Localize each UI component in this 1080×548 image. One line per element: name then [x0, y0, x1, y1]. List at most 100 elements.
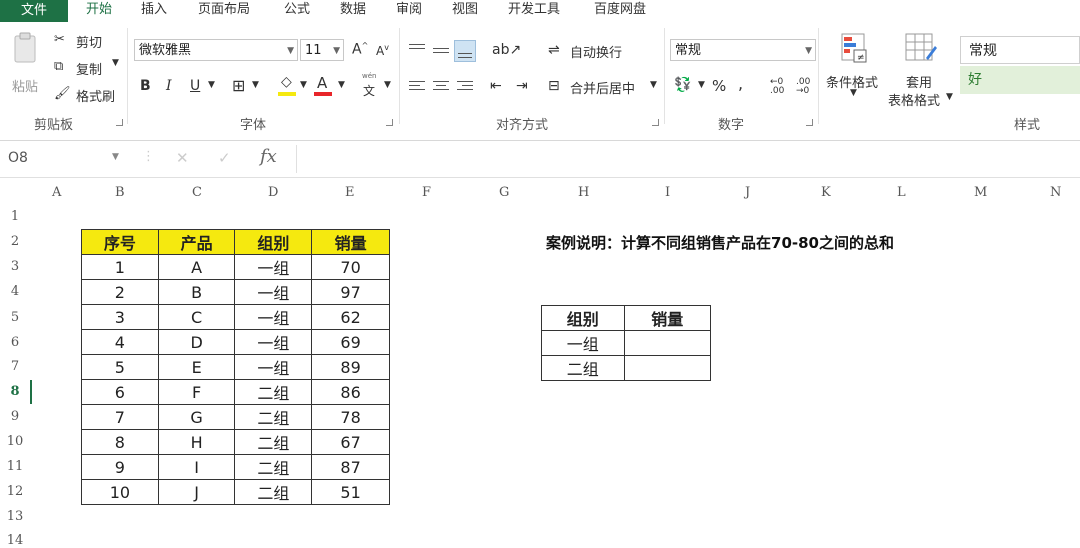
copy-dropdown-icon[interactable]: ▼ — [112, 58, 119, 68]
cell[interactable]: 二组 — [234, 404, 313, 430]
cell[interactable]: D — [157, 329, 236, 355]
chevron-down-icon[interactable]: ▼ — [384, 80, 391, 90]
number-launcher-icon[interactable] — [806, 119, 813, 126]
cell[interactable]: G — [157, 404, 236, 430]
increase-indent-icon[interactable]: ⇥ — [516, 78, 528, 94]
cut-button[interactable]: 剪切 — [76, 32, 102, 51]
chevron-down-icon[interactable]: ▼ — [338, 80, 345, 90]
cell[interactable]: 69 — [311, 329, 390, 355]
cell[interactable]: 二组 — [234, 479, 313, 505]
header-cell[interactable]: 销量 — [311, 229, 390, 255]
cell[interactable]: 1 — [81, 254, 159, 280]
column-header[interactable]: A — [52, 185, 61, 200]
header-cell[interactable]: 序号 — [81, 229, 159, 255]
row-header[interactable]: 9 — [0, 409, 30, 424]
font-launcher-icon[interactable] — [386, 119, 393, 126]
cell[interactable]: 8 — [81, 429, 159, 455]
paste-button[interactable]: 粘贴 — [8, 28, 44, 98]
header-cell[interactable]: 组别 — [541, 305, 625, 331]
row-header[interactable]: 1 — [0, 209, 30, 224]
cell-style-normal[interactable]: 常规 — [960, 36, 1080, 64]
cell[interactable]: 一组 — [234, 254, 313, 280]
increase-decimal-icon[interactable]: ←0.00 — [770, 78, 784, 96]
cell[interactable]: 7 — [81, 404, 159, 430]
cell[interactable]: B — [157, 279, 236, 305]
cell[interactable]: 二组 — [541, 355, 625, 381]
align-bottom-button[interactable] — [454, 40, 476, 62]
align-right-button[interactable] — [454, 76, 476, 98]
header-cell[interactable]: 销量 — [623, 305, 711, 331]
orientation-icon[interactable]: ab↗ — [492, 42, 521, 58]
align-center-button[interactable] — [430, 76, 452, 98]
formula-input[interactable] — [300, 145, 1080, 173]
column-header[interactable]: C — [192, 185, 202, 200]
column-header[interactable]: L — [897, 185, 906, 200]
name-box[interactable]: O8 — [8, 150, 28, 166]
enter-icon[interactable]: ✓ — [218, 149, 231, 167]
cell[interactable]: 一组 — [234, 304, 313, 330]
decrease-indent-icon[interactable]: ⇤ — [490, 78, 502, 94]
cell[interactable]: F — [157, 379, 236, 405]
insert-function-icon[interactable]: fx — [260, 146, 277, 167]
format-as-table-button[interactable]: 套用 表格格式 ▼ — [888, 30, 956, 110]
column-header[interactable]: I — [665, 185, 670, 200]
cell[interactable]: 一组 — [234, 279, 313, 305]
cancel-icon[interactable]: ✕ — [176, 149, 189, 167]
align-middle-button[interactable] — [430, 40, 452, 62]
cell[interactable]: 10 — [81, 479, 159, 505]
header-cell[interactable]: 产品 — [157, 229, 236, 255]
cell[interactable]: 78 — [311, 404, 390, 430]
number-format-select[interactable]: 常规 ▼ — [670, 39, 816, 61]
row-header[interactable]: 5 — [0, 310, 30, 325]
cell[interactable]: 62 — [311, 304, 390, 330]
tab-view[interactable]: 视图 — [452, 0, 478, 22]
merge-center-button[interactable]: 合并后居中 — [570, 78, 635, 97]
column-header[interactable]: K — [821, 185, 831, 200]
fill-color-button[interactable]: ◇ — [278, 74, 298, 96]
column-header[interactable]: H — [578, 185, 589, 200]
shrink-font-button[interactable]: Av — [376, 43, 389, 58]
column-header[interactable]: F — [422, 185, 431, 200]
align-top-button[interactable] — [406, 40, 428, 62]
bold-button[interactable]: B — [140, 78, 151, 94]
column-header[interactable]: E — [345, 185, 355, 200]
chevron-down-icon[interactable]: ▼ — [208, 80, 215, 90]
tab-data[interactable]: 数据 — [340, 0, 366, 22]
file-tab[interactable]: 文件 — [0, 0, 68, 22]
font-color-button[interactable]: A — [314, 74, 334, 96]
comma-button[interactable]: , — [738, 74, 743, 93]
tab-baidu-netdisk[interactable]: 百度网盘 — [594, 0, 646, 22]
format-painter-button[interactable]: 格式刷 — [76, 86, 115, 105]
tab-page-layout[interactable]: 页面布局 — [198, 0, 250, 22]
cell[interactable]: E — [157, 354, 236, 380]
cell[interactable]: 97 — [311, 279, 390, 305]
cell[interactable]: 6 — [81, 379, 159, 405]
header-cell[interactable]: 组别 — [234, 229, 313, 255]
cell[interactable]: A — [157, 254, 236, 280]
column-header[interactable]: G — [499, 185, 509, 200]
cell[interactable]: 9 — [81, 454, 159, 480]
cell[interactable] — [623, 355, 711, 381]
conditional-format-button[interactable]: ≠ 条件格式 ▼ — [824, 30, 886, 100]
row-header[interactable]: 12 — [0, 484, 30, 499]
row-header[interactable]: 7 — [0, 359, 30, 374]
column-header[interactable]: B — [115, 185, 125, 200]
tab-review[interactable]: 审阅 — [396, 0, 422, 22]
column-header[interactable]: N — [1050, 185, 1061, 200]
cell[interactable]: 二组 — [234, 454, 313, 480]
column-header[interactable]: D — [268, 185, 278, 200]
chevron-down-icon[interactable]: ▼ — [300, 80, 307, 90]
copy-button[interactable]: 复制 — [76, 59, 102, 78]
percent-button[interactable]: % — [712, 77, 726, 95]
cell[interactable]: 二组 — [234, 379, 313, 405]
phonetic-button[interactable]: 文 — [363, 82, 375, 99]
cell[interactable]: 87 — [311, 454, 390, 480]
row-header[interactable]: 2 — [0, 234, 30, 249]
row-header[interactable]: 6 — [0, 335, 30, 350]
chevron-down-icon[interactable]: ▼ — [650, 80, 657, 90]
cell[interactable]: 86 — [311, 379, 390, 405]
row-header[interactable]: 10 — [0, 434, 30, 449]
cell[interactable]: 89 — [311, 354, 390, 380]
chevron-down-icon[interactable]: ▼ — [252, 80, 259, 90]
cell[interactable]: 4 — [81, 329, 159, 355]
